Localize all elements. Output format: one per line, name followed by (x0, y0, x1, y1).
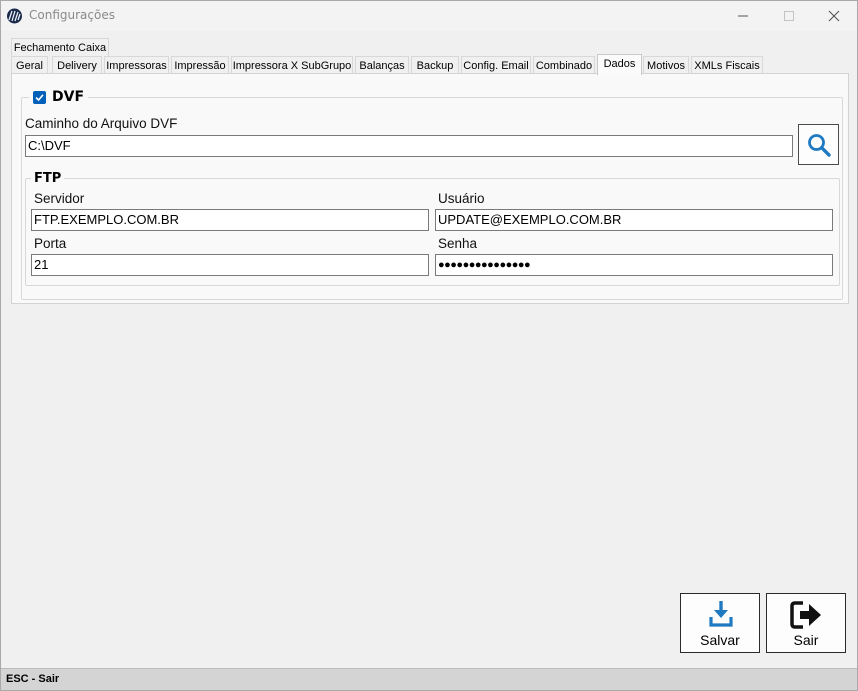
user-label: Usuário (438, 191, 485, 206)
maximize-icon (784, 11, 794, 21)
password-label: Senha (438, 236, 478, 251)
config-window: Configurações Fechamento Caixa Geral Del… (0, 0, 858, 691)
dvf-group-header: DVF (29, 88, 89, 106)
title-bar[interactable]: Configurações (1, 1, 857, 31)
save-button-label: Salvar (700, 632, 740, 648)
search-icon (808, 134, 831, 157)
dados-tab-panel: DVF Caminho do Arquivo DVF C:\DVF FTP Se… (11, 73, 849, 304)
minimize-icon (738, 15, 748, 17)
status-text: ESC - Sair (6, 673, 60, 685)
close-icon (828, 10, 840, 22)
server-label: Servidor (34, 191, 85, 206)
user-input[interactable]: UPDATE@EXEMPLO.COM.BR (435, 209, 833, 231)
window-title: Configurações (29, 8, 115, 22)
checkmark-icon (35, 93, 44, 101)
close-button[interactable] (811, 1, 857, 31)
save-button[interactable]: Salvar (680, 593, 760, 653)
exit-arrow-icon (790, 601, 821, 629)
download-icon (709, 601, 733, 627)
dvf-checkbox-label[interactable]: DVF (52, 89, 84, 105)
status-bar: ESC - Sair (1, 668, 857, 690)
app-logo-icon (7, 8, 22, 24)
password-input[interactable]: ●●●●●●●●●●●●●●● (435, 254, 833, 276)
minimize-button[interactable] (720, 1, 766, 31)
browse-path-button[interactable] (798, 124, 839, 165)
dvf-path-input[interactable]: C:\DVF (25, 135, 793, 157)
dvf-checkbox[interactable] (33, 90, 46, 104)
exit-button-label: Sair (793, 632, 819, 648)
dvf-path-label: Caminho do Arquivo DVF (25, 116, 178, 131)
port-input[interactable]: 21 (31, 254, 429, 276)
maximize-button[interactable] (766, 1, 812, 31)
ftp-group-header: FTP (31, 171, 65, 187)
port-label: Porta (34, 236, 67, 251)
tab-dados[interactable]: Dados (597, 54, 642, 75)
tab-fechamento-caixa[interactable]: Fechamento Caixa (11, 38, 109, 57)
server-input[interactable]: FTP.EXEMPLO.COM.BR (31, 209, 429, 231)
exit-button[interactable]: Sair (766, 593, 846, 653)
